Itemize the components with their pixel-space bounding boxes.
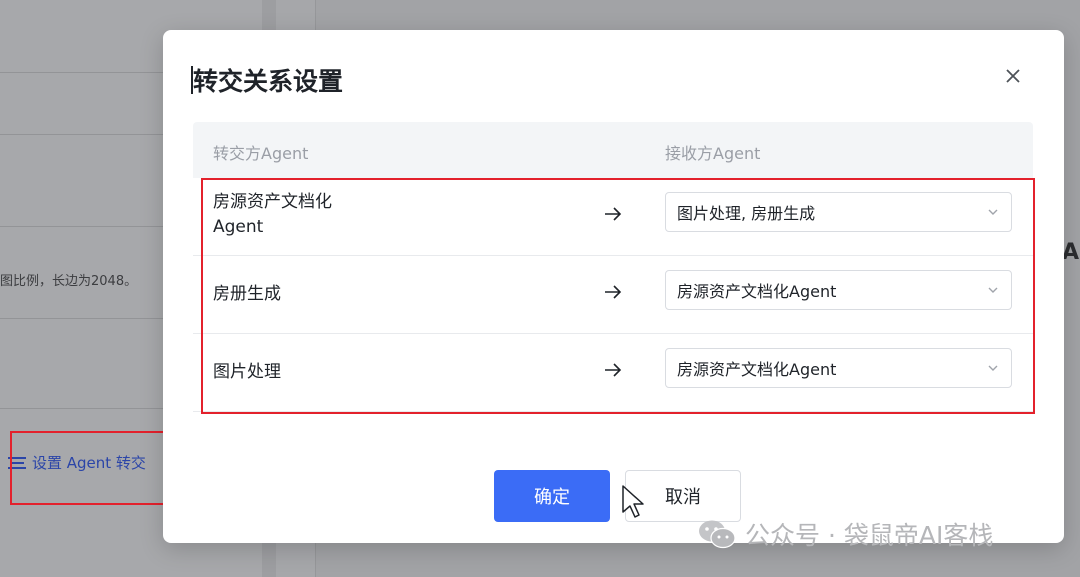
close-button[interactable] <box>1001 64 1025 88</box>
background-right-text: Ag <box>1062 240 1080 265</box>
confirm-button[interactable]: 确定 <box>494 470 610 522</box>
watermark-text: 公众号 · 袋鼠帝AI客栈 <box>745 521 994 550</box>
highlight-box-rows <box>201 178 1035 414</box>
table-header: 转交方Agent 接收方Agent <box>193 122 1033 178</box>
mouse-cursor-icon <box>622 485 644 518</box>
background-text: 图比例，长边为2048。 <box>0 274 138 289</box>
close-icon <box>1006 69 1020 83</box>
dialog-title: 转交关系设置 <box>193 67 344 96</box>
source-agent-header: 转交方Agent <box>213 144 309 163</box>
wechat-icon <box>699 520 736 549</box>
watermark: 公众号 · 袋鼠帝AI客栈 <box>697 516 993 552</box>
target-agent-header: 接收方Agent <box>665 144 761 163</box>
highlight-box-link <box>10 431 170 505</box>
